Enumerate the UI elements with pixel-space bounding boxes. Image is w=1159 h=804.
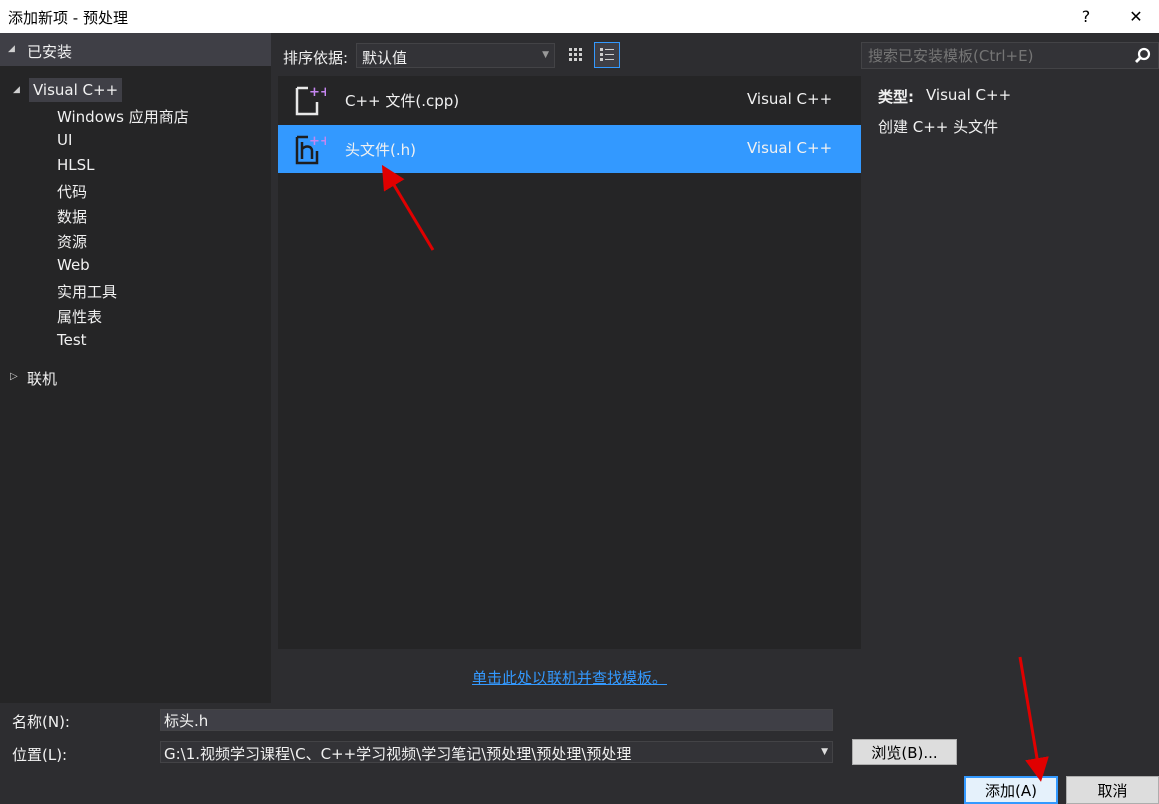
cancel-button-label: 取消 [1097, 781, 1128, 800]
template-list: ++ C++ 文件(.cpp) Visual C++ ++ 头文件(.h) Vi… [278, 76, 861, 649]
svg-text:++: ++ [309, 85, 326, 100]
sort-select[interactable]: 默认值 ▼ [356, 43, 555, 68]
browse-button-label: 浏览(B)... [871, 743, 938, 762]
expand-triangle-icon[interactable]: ◢ [8, 44, 15, 54]
detail-type-value: Visual C++ [926, 86, 1012, 104]
help-button[interactable]: ? [1063, 0, 1109, 33]
tree-item-code[interactable]: 代码 [57, 181, 87, 202]
add-button[interactable]: 添加(A) [964, 776, 1058, 804]
close-button[interactable]: ✕ [1113, 0, 1159, 33]
search-icon[interactable] [1134, 47, 1152, 65]
svg-text:++: ++ [309, 134, 326, 149]
detail-description: 创建 C++ 头文件 [878, 118, 999, 136]
header-file-icon: ++ [295, 134, 326, 165]
template-row-cpp[interactable]: ++ C++ 文件(.cpp) Visual C++ [278, 76, 861, 124]
template-row-header[interactable]: ++ 头文件(.h) Visual C++ [278, 125, 861, 173]
grid-view-icon [569, 48, 582, 61]
tree-item-hlsl[interactable]: HLSL [57, 156, 95, 174]
dropdown-arrow-icon: ▼ [821, 747, 828, 757]
tree-item-online[interactable]: 联机 [27, 368, 57, 389]
grid-view-button[interactable] [563, 42, 589, 68]
add-button-label: 添加(A) [985, 781, 1037, 800]
installed-header[interactable]: ◢ 已安装 [0, 33, 271, 66]
tree-item-utility[interactable]: 实用工具 [57, 281, 117, 302]
tree-item-data[interactable]: 数据 [57, 206, 87, 227]
browse-button[interactable]: 浏览(B)... [852, 739, 957, 765]
category-tree: ◢ 已安装 ◢ Visual C++ Windows 应用商店 UI HLSL … [0, 33, 271, 703]
cpp-file-icon: ++ [295, 85, 326, 116]
cancel-button[interactable]: 取消 [1066, 776, 1159, 804]
tree-item-test[interactable]: Test [57, 331, 87, 349]
search-input[interactable] [868, 47, 1128, 65]
online-templates-link[interactable]: 单击此处以联机并查找模板。 [472, 667, 667, 688]
expand-triangle-icon[interactable]: ◢ [13, 85, 20, 95]
template-type: Visual C++ [747, 90, 833, 108]
installed-label: 已安装 [27, 43, 73, 61]
tree-item-visual-cpp[interactable]: Visual C++ [29, 78, 123, 102]
collapsed-triangle-icon[interactable]: ▷ [10, 371, 18, 382]
tree-item-web[interactable]: Web [57, 256, 90, 274]
search-box[interactable] [861, 42, 1159, 69]
list-view-icon [600, 48, 614, 61]
template-type: Visual C++ [747, 139, 833, 157]
location-label: 位置(L): [12, 746, 68, 764]
tree-item-ui[interactable]: UI [57, 131, 72, 149]
location-value: G:\1.视频学习课程\C、C++学习视频\学习笔记\预处理\预处理\预处理 [164, 745, 632, 763]
detail-type-label: 类型: [878, 88, 914, 106]
tree-item-resource[interactable]: 资源 [57, 231, 87, 252]
name-label: 名称(N): [12, 713, 70, 731]
tree-item-label: Visual C++ [33, 81, 119, 99]
name-input[interactable] [160, 709, 833, 731]
sort-label: 排序依据: [283, 49, 349, 67]
template-name: 头文件(.h) [345, 141, 416, 159]
list-view-button[interactable] [594, 42, 620, 68]
template-name: C++ 文件(.cpp) [345, 92, 460, 110]
sort-select-value: 默认值 [362, 49, 408, 67]
location-select[interactable]: G:\1.视频学习课程\C、C++学习视频\学习笔记\预处理\预处理\预处理 ▼ [160, 741, 833, 763]
window-title: 添加新项 - 预处理 [8, 9, 128, 27]
tree-item-property-sheet[interactable]: 属性表 [57, 306, 102, 327]
tree-item-windows-store[interactable]: Windows 应用商店 [57, 106, 189, 127]
dropdown-arrow-icon: ▼ [542, 50, 549, 60]
title-bar: 添加新项 - 预处理 ? ✕ [0, 0, 1159, 33]
